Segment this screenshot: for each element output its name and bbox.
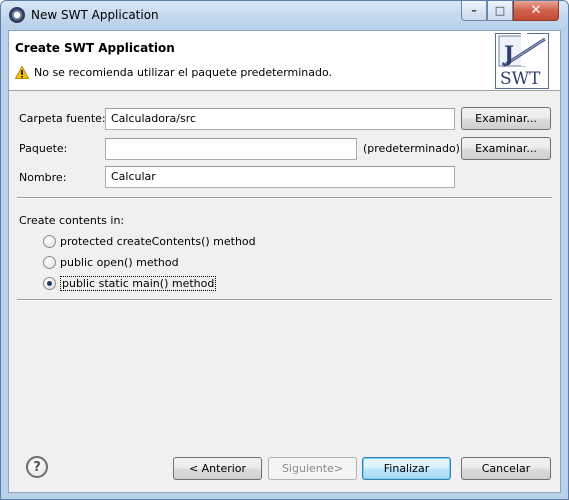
radio-label: public static main() method: [60, 275, 217, 291]
radio-button[interactable]: [43, 255, 56, 269]
name-input[interactable]: Calcular: [105, 166, 455, 188]
name-label: Nombre:: [19, 171, 67, 184]
create-contents-heading: Create contents in:: [19, 214, 125, 227]
separator: [17, 299, 552, 301]
separator: [17, 197, 552, 199]
app-icon: [9, 7, 25, 23]
package-label: Paquete:: [19, 142, 68, 155]
warning-icon: [15, 66, 29, 79]
source-folder-label: Carpeta fuente:: [19, 112, 106, 125]
radio-button-selected[interactable]: [43, 276, 56, 290]
cancel-button[interactable]: Cancelar: [461, 457, 551, 480]
help-icon[interactable]: ?: [26, 456, 48, 478]
wizard-header: Create SWT Application No se recomienda …: [9, 31, 560, 91]
radio-button[interactable]: [43, 234, 56, 248]
dialog-window: New SWT Application – □ ✕ Create SWT App…: [0, 0, 569, 500]
logo-letter: J: [502, 41, 514, 66]
close-button[interactable]: ✕: [513, 1, 559, 21]
package-default-label: (predeterminado): [363, 142, 460, 155]
back-button[interactable]: < Anterior: [173, 457, 262, 480]
browse-source-button[interactable]: Examinar...: [461, 107, 551, 130]
header-message: No se recomienda utilizar el paquete pre…: [34, 66, 333, 79]
next-button[interactable]: Siguiente>: [268, 457, 357, 480]
radio-label: protected createContents() method: [60, 234, 256, 248]
radio-open[interactable]: public open() method: [43, 254, 179, 270]
maximize-button[interactable]: □: [487, 1, 513, 21]
page-title: Create SWT Application: [15, 41, 175, 55]
window-title: New SWT Application: [31, 8, 159, 22]
source-folder-input[interactable]: Calculadora/src: [105, 108, 455, 130]
radio-create-contents[interactable]: protected createContents() method: [43, 233, 256, 249]
minimize-button[interactable]: –: [461, 1, 487, 21]
radio-label: public open() method: [60, 255, 179, 269]
logo-text: SWT: [500, 69, 541, 89]
radio-main[interactable]: public static main() method: [43, 275, 217, 291]
title-bar[interactable]: New SWT Application – □ ✕: [1, 1, 568, 29]
browse-package-button[interactable]: Examinar...: [461, 137, 551, 160]
dialog-body: Create SWT Application No se recomienda …: [8, 30, 561, 493]
swt-logo: J SWT: [495, 33, 549, 89]
package-input[interactable]: [105, 138, 357, 160]
finish-button[interactable]: Finalizar: [362, 457, 451, 480]
